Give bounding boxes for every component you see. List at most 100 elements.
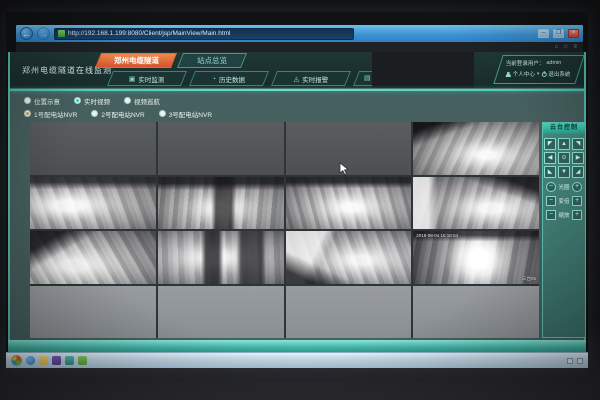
ptz-arrow-button-1[interactable]: ◤ — [544, 138, 556, 150]
app-header: 郑州电缆隧道在线监测 郑州电缆隧道 站点总览 ▣实时监测 ◔历史数据 ◬实时报警… — [10, 52, 584, 88]
empty-cell[interactable] — [286, 286, 412, 339]
empty-cell[interactable] — [413, 286, 539, 339]
camera-feed-7[interactable] — [286, 177, 412, 230]
window-minimize-button[interactable]: ─ — [538, 29, 549, 38]
camera-feed-9[interactable] — [30, 231, 156, 284]
empty-cell[interactable] — [30, 286, 156, 339]
toolbar-realtime-monitor-button[interactable]: ▣实时监测 — [107, 71, 187, 86]
username: admin — [546, 60, 561, 66]
browser-taskbar-icon[interactable] — [26, 356, 35, 365]
browser-titlebar: ← → http://192.168.1.199:8080/Client/jsp… — [16, 25, 583, 42]
empty-cell[interactable] — [158, 286, 284, 339]
power-icon — [541, 72, 546, 77]
video-timestamp: 2018-08-04 16:18:04 — [416, 233, 458, 238]
nvr-channel-row: 1号配电站NVR 2号配电站NVR 3号配电站NVR — [24, 107, 212, 120]
monitor-icon: ▣ — [129, 75, 136, 82]
toolbar-history-data-button[interactable]: ◔历史数据 — [189, 71, 269, 86]
ptz-panel: 云台控制 ◤▲◥ ◀⊙▶ ◣▼◢ − 光圈 + − 变倍 + − 缩放 + — [542, 122, 586, 338]
radio-nvr-2[interactable]: 2号配电站NVR — [91, 109, 144, 119]
tab-site-overview[interactable]: 站点总览 — [177, 53, 247, 68]
toolbar-realtime-alarm-button[interactable]: ◬实时报警 — [271, 71, 351, 86]
radio-dot — [24, 97, 31, 104]
app-taskbar-icon[interactable] — [65, 356, 74, 365]
camera-feed-11[interactable] — [286, 231, 412, 284]
radio-dot — [159, 110, 166, 117]
control-rows: 位置示意 实时视频 视频巡航 1号配电站NVR 2号配电站N — [24, 94, 212, 120]
chevron-down-icon: ▾ — [537, 71, 540, 77]
ptz-arrow-button-4[interactable]: ◀ — [544, 152, 556, 164]
radio-dot — [91, 110, 98, 117]
radio-dot-selected — [24, 110, 31, 117]
app2-taskbar-icon[interactable] — [78, 356, 87, 365]
camera-feed-4[interactable] — [413, 122, 539, 175]
ptz-iris-row: − 光圈 + — [546, 182, 582, 192]
explorer-taskbar-icon[interactable] — [39, 356, 48, 365]
window-maximize-button[interactable]: ❐ — [553, 29, 564, 38]
ptz-arrow-grid: ◤▲◥ ◀⊙▶ ◣▼◢ — [543, 138, 585, 178]
video-camera-label: 三台05 — [522, 276, 536, 282]
browser-back-button[interactable]: ← — [20, 27, 33, 40]
radio-nvr-3[interactable]: 3号配电站NVR — [159, 109, 212, 119]
ptz-arrow-button-5[interactable]: ⊙ — [558, 152, 570, 164]
url-text: http://192.168.1.199:8080/Client/jsp/Mai… — [68, 30, 230, 37]
scale-minus-button[interactable]: − — [546, 210, 556, 220]
personal-center-link[interactable]: 个人中心 — [513, 70, 535, 78]
logout-link[interactable]: 退出系统 — [548, 70, 570, 78]
favorites-icon[interactable]: ☆ — [563, 44, 568, 50]
zoom-plus-button[interactable]: + — [572, 196, 582, 206]
media-taskbar-icon[interactable] — [52, 356, 61, 365]
page-favicon — [58, 30, 65, 37]
camera-feed-10[interactable] — [158, 231, 284, 284]
mouse-cursor — [339, 162, 349, 181]
alarm-icon: ◬ — [294, 75, 299, 82]
ptz-arrow-button-2[interactable]: ▲ — [558, 138, 570, 150]
ptz-arrow-button-7[interactable]: ◣ — [544, 166, 556, 178]
header-divider — [10, 89, 584, 91]
ptz-title: 云台控制 — [543, 123, 585, 134]
window-close-button[interactable]: × — [568, 29, 579, 38]
ptz-scale-row: − 缩放 + — [546, 210, 582, 220]
login-label: 当前登录用户： — [506, 59, 545, 67]
empty-cell[interactable] — [158, 122, 284, 175]
system-tray-icon[interactable] — [567, 358, 573, 364]
page-footer-strip — [8, 340, 586, 352]
monitor-screen: ← → http://192.168.1.199:8080/Client/jsp… — [6, 12, 588, 368]
iris-minus-button[interactable]: − — [546, 182, 556, 192]
radio-dot-selected — [74, 97, 81, 104]
radio-dot — [124, 97, 131, 104]
iris-plus-button[interactable]: + — [572, 182, 582, 192]
address-bar[interactable]: http://192.168.1.199:8080/Client/jsp/Mai… — [54, 28, 354, 40]
radio-nvr-1[interactable]: 1号配电站NVR — [24, 109, 77, 119]
system-tray-icon[interactable] — [577, 358, 583, 364]
radio-realtime-video[interactable]: 实时视频 — [74, 96, 110, 106]
ptz-zoom-row: − 变倍 + — [546, 196, 582, 206]
person-icon — [506, 72, 511, 77]
browser-menu-strip: ⌂ ☆ ≡ — [16, 42, 583, 52]
history-icon: ◔ — [212, 75, 216, 82]
tools-icon[interactable]: ≡ — [573, 44, 577, 50]
browser-forward-button[interactable]: → — [37, 27, 50, 40]
app-page: 郑州电缆隧道在线监测 郑州电缆隧道 站点总览 ▣实时监测 ◔历史数据 ◬实时报警… — [8, 52, 586, 340]
camera-feed-12[interactable]: 2018-08-04 16:18:04 三台05 — [413, 231, 539, 284]
ptz-arrow-button-8[interactable]: ▼ — [558, 166, 570, 178]
camera-feed-6[interactable] — [158, 177, 284, 230]
ptz-arrow-button-3[interactable]: ◥ — [572, 138, 584, 150]
camera-feed-5[interactable] — [30, 177, 156, 230]
video-grid: 2018-08-04 16:18:04 三台05 — [30, 122, 539, 338]
empty-cell[interactable] — [30, 122, 156, 175]
tab-cable-tunnel[interactable]: 郑州电缆隧道 — [95, 53, 177, 68]
camera-feed-8[interactable] — [413, 177, 539, 230]
scale-plus-button[interactable]: + — [572, 210, 582, 220]
start-button[interactable] — [11, 355, 22, 366]
radio-location-view[interactable]: 位置示意 — [24, 96, 60, 106]
ptz-arrow-button-6[interactable]: ▶ — [572, 152, 584, 164]
zoom-minus-button[interactable]: − — [546, 196, 556, 206]
home-icon[interactable]: ⌂ — [554, 44, 558, 50]
header-dark-patch — [372, 52, 474, 88]
user-info-box: 当前登录用户： admin 个人中心 ▾ 退出系统 — [493, 55, 584, 84]
radio-video-patrol[interactable]: 视频巡航 — [124, 96, 160, 106]
ptz-arrow-button-9[interactable]: ◢ — [572, 166, 584, 178]
windows-taskbar — [6, 352, 588, 368]
clipboard-icon: ▤ — [364, 75, 371, 82]
view-mode-row: 位置示意 实时视频 视频巡航 — [24, 94, 212, 107]
